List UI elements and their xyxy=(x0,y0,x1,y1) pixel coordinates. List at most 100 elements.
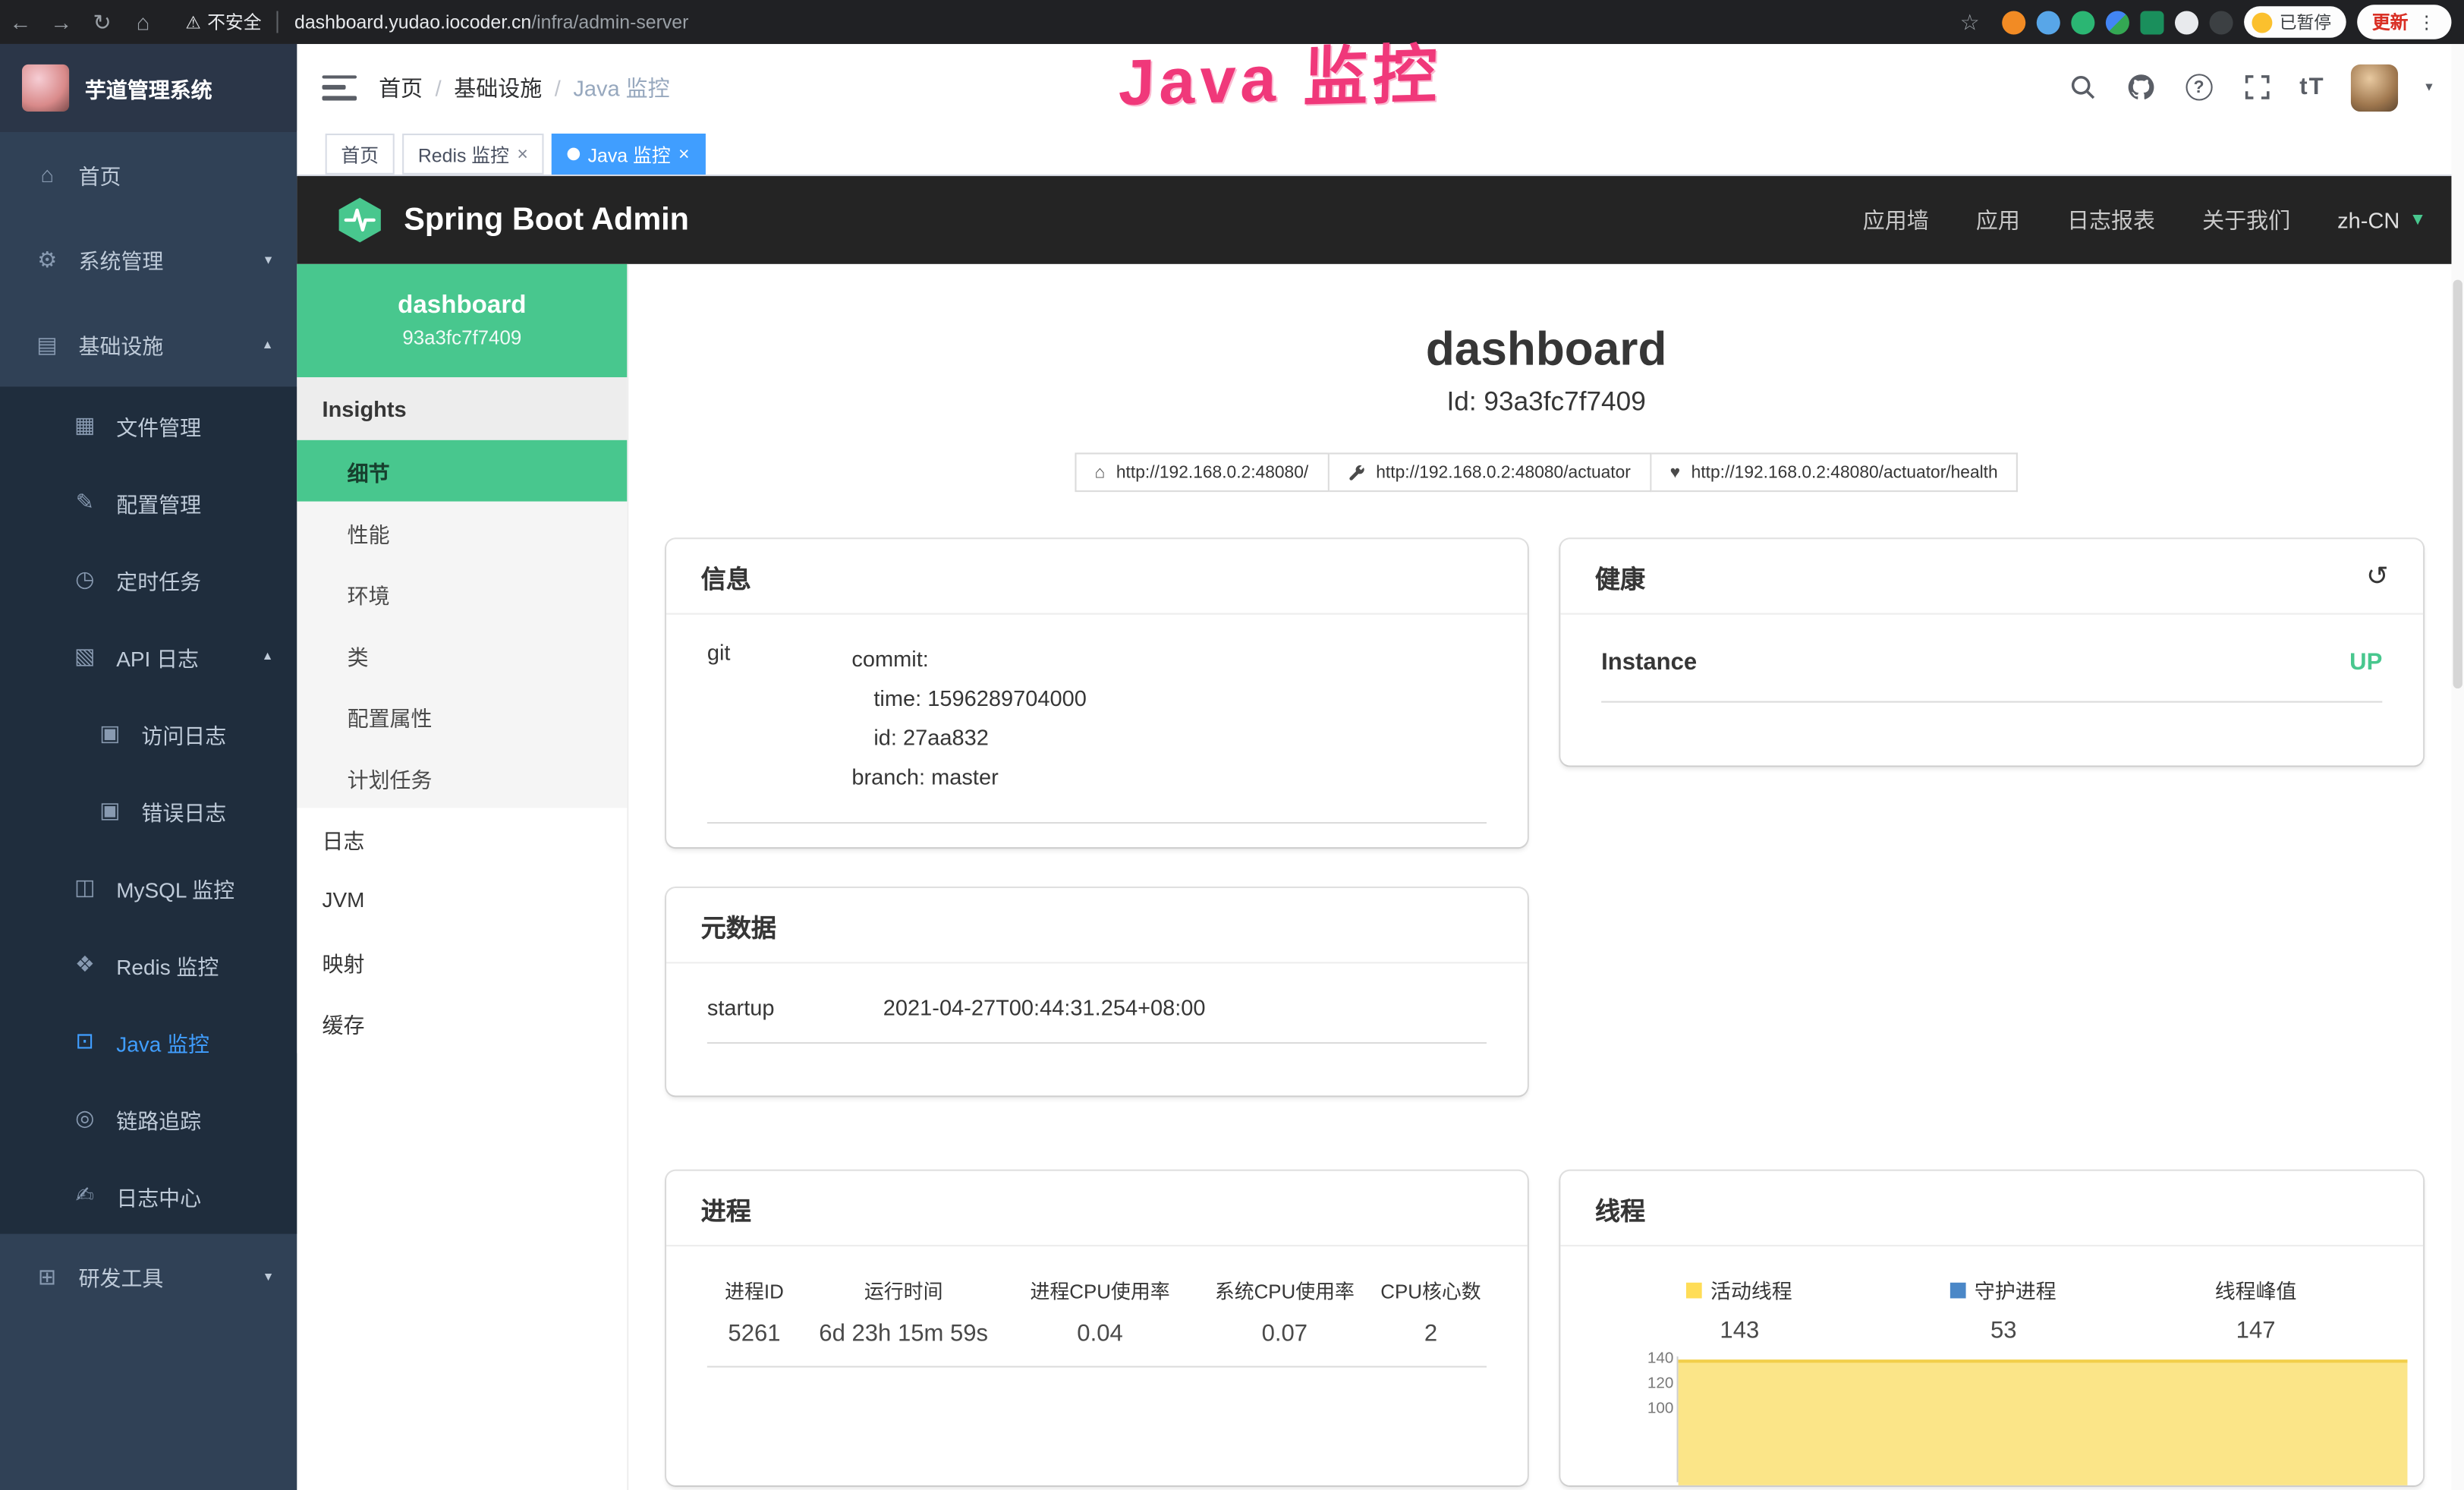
back-icon[interactable]: ← xyxy=(0,9,41,34)
instance-links: ⌂ http://192.168.0.2:48080/ http://192.1… xyxy=(628,452,2464,492)
sidebar-item-scheduled-tasks[interactable]: ◷ 定时任务 xyxy=(0,540,297,617)
insights-section-title: Insights xyxy=(297,377,627,440)
sidebar-item-file-mgmt[interactable]: ▦ 文件管理 xyxy=(0,386,297,463)
file-icon: ▦ xyxy=(72,412,97,439)
reload-icon[interactable]: ↻ xyxy=(82,8,123,35)
sba-brand[interactable]: Spring Boot Admin xyxy=(335,195,689,245)
sidebar-item-error-log[interactable]: ▣ 错误日志 xyxy=(0,772,297,849)
info-card-title: 信息 xyxy=(701,557,751,595)
chevron-down-icon: ▾ xyxy=(265,1268,272,1285)
warning-icon: ⚠ xyxy=(185,12,200,33)
paused-badge[interactable]: 已暂停 xyxy=(2243,6,2346,37)
sidebar-item-access-log[interactable]: ▣ 访问日志 xyxy=(0,695,297,771)
sba-link-journal[interactable]: 日志报表 xyxy=(2067,204,2155,235)
update-button[interactable]: 更新 ⋮ xyxy=(2356,5,2451,39)
metadata-card-title: 元数据 xyxy=(701,906,776,944)
gear-icon: ⚙ xyxy=(35,246,60,272)
tools-icon: ⊞ xyxy=(35,1263,60,1290)
extension-icon-grid[interactable] xyxy=(2105,10,2129,33)
home-icon[interactable]: ⌂ xyxy=(123,9,164,34)
tab-home[interactable]: 首页 xyxy=(326,134,395,175)
extension-icon-green[interactable] xyxy=(2070,10,2094,33)
insight-item-metrics[interactable]: 性能 xyxy=(297,502,627,563)
java-monitor-icon: ⊡ xyxy=(72,1028,97,1054)
scrollbar-thumb[interactable] xyxy=(2453,280,2462,688)
sidebar-item-dev-tools[interactable]: ⊞ 研发工具 ▾ xyxy=(0,1234,297,1319)
sidebar-item-api-log[interactable]: ▧ API 日志 ▾ xyxy=(0,618,297,695)
tab-redis-monitor[interactable]: Redis 监控 × xyxy=(402,134,543,175)
health-url-link[interactable]: ♥ http://192.168.0.2:48080/actuator/heal… xyxy=(1651,452,2019,492)
extension-icon-light[interactable] xyxy=(2174,10,2198,33)
service-url-link[interactable]: ⌂ http://192.168.0.2:48080/ xyxy=(1075,452,1329,492)
sba-link-applications[interactable]: 应用 xyxy=(1976,204,2020,235)
infrastructure-icon: ▤ xyxy=(35,331,60,358)
search-icon[interactable] xyxy=(2067,71,2098,102)
instance-item-logs[interactable]: 日志 xyxy=(297,808,627,869)
instance-item-jvm[interactable]: JVM xyxy=(297,869,627,931)
sidebar-item-log-center[interactable]: ✍ 日志中心 xyxy=(0,1157,297,1233)
sidebar-item-mysql-monitor[interactable]: ◫ MySQL 监控 xyxy=(0,849,297,925)
sidebar-item-java-monitor[interactable]: ⊡ Java 监控 xyxy=(0,1003,297,1079)
instance-item-caches[interactable]: 缓存 xyxy=(297,992,627,1054)
github-icon[interactable] xyxy=(2125,71,2156,102)
extension-icon-on[interactable] xyxy=(2139,10,2163,33)
process-card-title: 进程 xyxy=(701,1189,751,1227)
address-bar[interactable]: dashboard.yudao.iocoder.cn/infra/admin-s… xyxy=(294,11,688,33)
extension-icon-orange[interactable] xyxy=(2001,10,2025,33)
infrastructure-submenu: ▦ 文件管理 ✎ 配置管理 ◷ 定时任务 ▧ API 日志 ▾ ▣ 访问日志 ▣ xyxy=(0,386,297,1233)
home-icon: ⌂ xyxy=(1095,463,1106,482)
tab-java-monitor[interactable]: Java 监控 × xyxy=(552,134,705,175)
help-icon[interactable]: ? xyxy=(2183,71,2214,102)
breadcrumb-home[interactable]: 首页 xyxy=(379,71,423,102)
insight-item-details[interactable]: 细节 xyxy=(297,440,627,502)
main-content: dashboard Id: 93a3fc7f7409 ⌂ http://192.… xyxy=(628,264,2464,1490)
page-title: dashboard xyxy=(628,324,2464,377)
sba-link-about[interactable]: 关于我们 xyxy=(2202,204,2290,235)
history-icon[interactable]: ↺ xyxy=(2366,560,2389,591)
extension-icon-blue[interactable] xyxy=(2036,10,2060,33)
close-icon[interactable]: × xyxy=(678,143,690,165)
sidebar-item-infrastructure[interactable]: ▤ 基础设施 ▾ xyxy=(0,302,297,387)
actuator-url-link[interactable]: http://192.168.0.2:48080/actuator xyxy=(1329,452,1651,492)
sidebar-item-config-mgmt[interactable]: ✎ 配置管理 xyxy=(0,464,297,540)
sba-link-wallboard[interactable]: 应用墙 xyxy=(1863,204,1929,235)
forward-icon[interactable]: → xyxy=(41,9,82,34)
chevron-up-icon: ▾ xyxy=(265,335,272,353)
log-center-icon: ✍ xyxy=(72,1182,97,1208)
sidebar-item-trace[interactable]: ◎ 链路追踪 xyxy=(0,1080,297,1157)
instance-header[interactable]: dashboard 93a3fc7f7409 xyxy=(297,264,627,377)
legend-live-threads: 活动线程 143 xyxy=(1687,1274,1792,1344)
sidebar-item-redis-monitor[interactable]: ❖ Redis 监控 xyxy=(0,926,297,1003)
bookmark-star-icon[interactable]: ☆ xyxy=(1949,8,1990,35)
insight-item-environment[interactable]: 环境 xyxy=(297,562,627,624)
active-dot xyxy=(568,148,581,161)
insight-item-scheduled[interactable]: 计划任务 xyxy=(297,747,627,808)
home-icon: ⌂ xyxy=(35,162,60,187)
clock-icon: ◷ xyxy=(72,565,97,592)
breadcrumb: 首页 / 基础设施 / Java 监控 xyxy=(379,71,670,102)
sidebar-item-system[interactable]: ⚙ 系统管理 ▾ xyxy=(0,217,297,302)
browser-menu-icon[interactable]: ⋮ xyxy=(2418,11,2436,33)
extension-icon-dark[interactable] xyxy=(2209,10,2233,33)
threads-card: 线程 活动线程 143 守护 xyxy=(1560,1171,2423,1485)
metadata-card: 元数据 startup 2021-04-27T00:44:31.254+08:0… xyxy=(666,888,1528,1095)
fullscreen-icon[interactable] xyxy=(2242,71,2273,102)
doc-icon: ▣ xyxy=(97,720,122,746)
app-logo[interactable]: 芋道管理系统 xyxy=(0,44,297,132)
process-table-header: 进程ID 运行时间 进程CPU使用率 系统CPU使用率 CPU核心数 xyxy=(707,1274,1487,1304)
sidebar-item-home[interactable]: ⌂ 首页 xyxy=(0,132,297,217)
instance-item-mappings[interactable]: 映射 xyxy=(297,931,627,992)
app-sidebar: 芋道管理系统 ⌂ 首页 ⚙ 系统管理 ▾ ▤ 基础设施 ▾ ▦ 文件管理 ✎ 配… xyxy=(0,44,297,1490)
close-icon[interactable]: × xyxy=(517,143,528,165)
security-warning[interactable]: ⚠ 不安全 xyxy=(185,9,261,34)
hamburger-icon[interactable] xyxy=(323,74,357,99)
insight-item-classes[interactable]: 类 xyxy=(297,624,627,685)
insight-item-config-props[interactable]: 配置属性 xyxy=(297,685,627,747)
user-avatar[interactable] xyxy=(2352,64,2399,111)
locale-select[interactable]: zh-CN ▼ xyxy=(2337,207,2426,232)
avatar-caret-icon[interactable]: ▾ xyxy=(2425,79,2432,96)
page-scrollbar[interactable] xyxy=(2451,44,2464,1490)
font-size-icon[interactable]: tT xyxy=(2299,74,2324,100)
chevron-up-icon: ▾ xyxy=(265,647,272,665)
breadcrumb-infrastructure[interactable]: 基础设施 xyxy=(454,71,542,102)
